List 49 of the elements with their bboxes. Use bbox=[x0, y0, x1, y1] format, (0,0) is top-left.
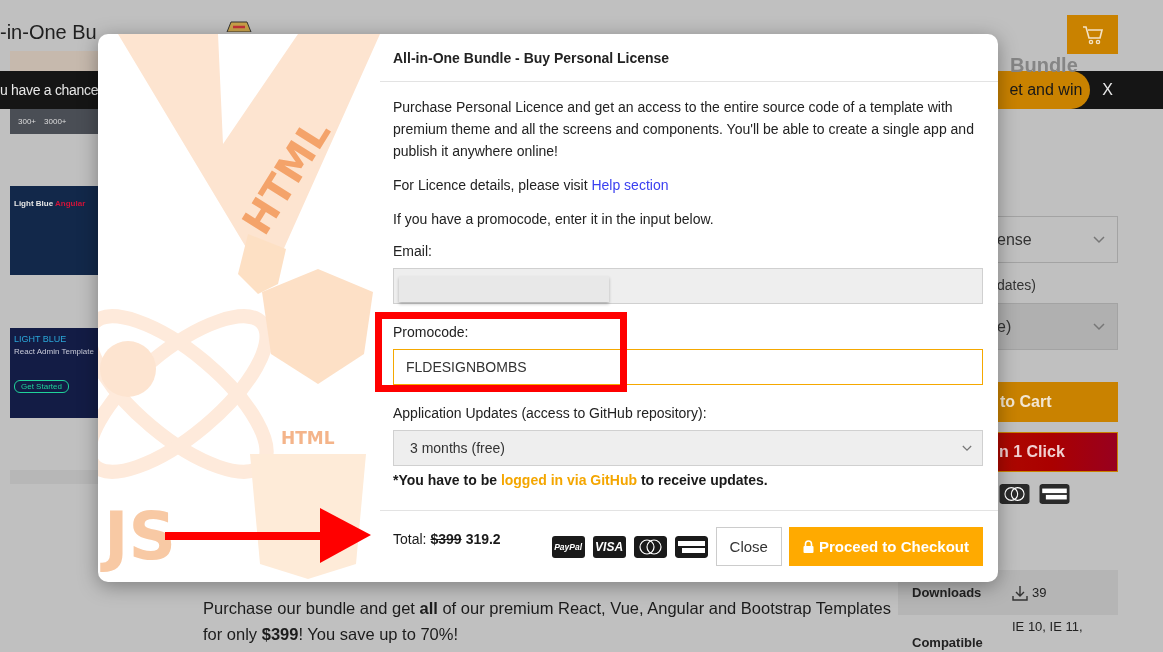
licence-note: For Licence details, please visit Help section bbox=[393, 176, 670, 195]
updates-select[interactable]: 3 months (free) bbox=[393, 430, 983, 466]
new-price: 319.2 bbox=[465, 531, 501, 547]
thumbnail-image[interactable]: Light Blue Angular bbox=[10, 186, 98, 275]
detail-label: Downloads bbox=[912, 585, 983, 600]
detail-value: 39 bbox=[1032, 585, 1047, 600]
email-field[interactable] bbox=[393, 268, 983, 304]
thumbnail-image[interactable] bbox=[10, 470, 98, 484]
updates-note: *You have to be logged in via GitHub to receive updates. bbox=[393, 471, 769, 490]
close-button[interactable]: Close bbox=[715, 527, 782, 566]
thumbnail-title: Light Blue Angular bbox=[14, 199, 86, 208]
help-link[interactable]: Help section bbox=[591, 177, 669, 193]
stat-text: 3000+ bbox=[44, 117, 67, 126]
promo-note: If you have a promocode, enter it in the input below. bbox=[393, 210, 715, 229]
chevron-icon bbox=[962, 444, 972, 452]
mastercard-icon bbox=[633, 535, 667, 558]
thumbnail-title: LIGHT BLUE bbox=[14, 334, 68, 344]
visa-icon: VISA bbox=[592, 535, 626, 558]
detail-label: Compatible bbox=[912, 635, 984, 650]
chevron-icon bbox=[1093, 235, 1105, 244]
mastercard-icon bbox=[999, 484, 1030, 504]
close-button[interactable]: X bbox=[1102, 81, 1113, 99]
detail-value: IE 10, IE 11, bbox=[1012, 619, 1083, 634]
get-started-button: Get Started bbox=[14, 380, 69, 393]
package-icon bbox=[225, 20, 253, 32]
intro-text: Purchase Personal Licence and get an access to the entire source code of a template with premium theme and all the screens and components. You'll be able to create a single app and publish it anywhere online! bbox=[393, 98, 975, 161]
total-label: Total: bbox=[393, 531, 427, 547]
chevron-icon bbox=[1093, 322, 1105, 331]
promocode-field[interactable]: FLDESIGNBOMBS bbox=[393, 349, 983, 385]
lock-icon bbox=[802, 540, 814, 553]
page-title: -in-One Bu bbox=[0, 20, 98, 44]
dialog-title: All-in-One Bundle - Buy Personal License bbox=[393, 49, 670, 66]
bundle-description: Purchase our bundle and get all of our premium React, Vue, Angular and Bootstrap Templates for only $399! You save up to 70%! bbox=[203, 598, 892, 645]
email-label: Email: bbox=[393, 242, 433, 260]
banner-text: u have a chance bbox=[0, 82, 99, 98]
promocode-label: Promocode: bbox=[393, 323, 470, 341]
thumbnail-image[interactable] bbox=[10, 51, 98, 71]
paypal-icon: PayPal bbox=[551, 535, 585, 558]
product-heading: Bundle bbox=[1010, 54, 1078, 76]
thumbnail-image[interactable]: 300+ 3000+ bbox=[10, 109, 98, 134]
cart-icon bbox=[1081, 24, 1104, 45]
cart-button[interactable] bbox=[1067, 15, 1118, 54]
thumbnail-image[interactable]: LIGHT BLUE React Admin Template Get Started bbox=[10, 328, 98, 418]
download-icon bbox=[1012, 584, 1028, 601]
thumbnail-subtitle: React Admin Template bbox=[14, 347, 94, 356]
old-price: $399 bbox=[430, 531, 462, 547]
updates-label: dates) bbox=[996, 277, 1037, 295]
updates-label: Application Updates (access to GitHub repository): bbox=[393, 404, 708, 422]
stat-text: 300+ bbox=[18, 117, 37, 126]
